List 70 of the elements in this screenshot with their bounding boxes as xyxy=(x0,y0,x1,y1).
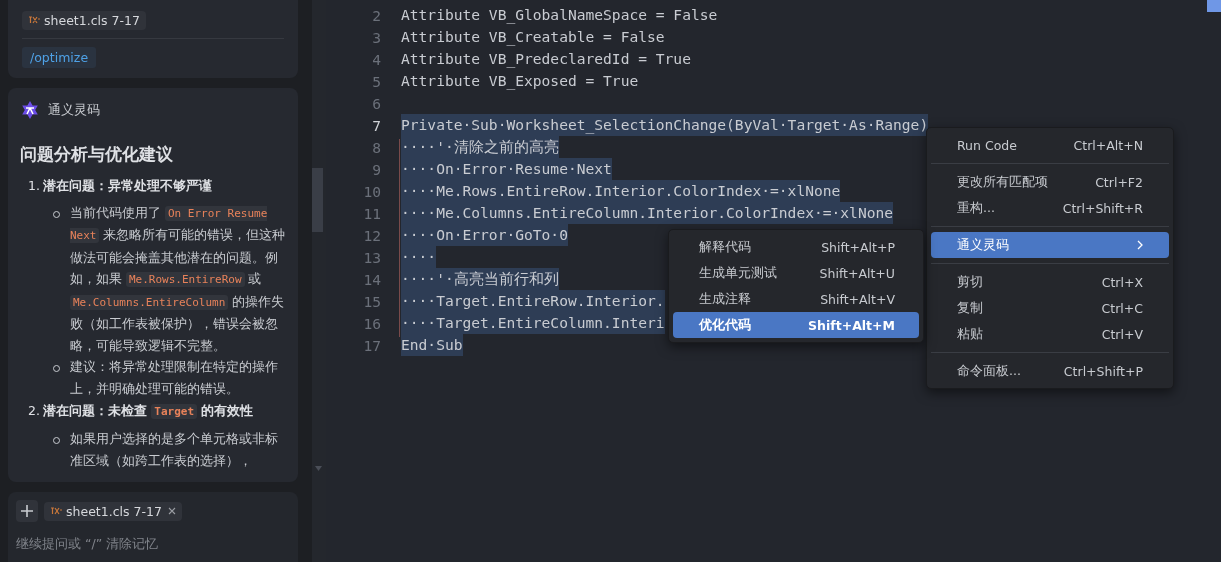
menu-item-label: 重构... xyxy=(957,199,995,217)
menu-shortcut: Ctrl+Shift+P xyxy=(1063,363,1143,379)
menu-shortcut: Ctrl+C xyxy=(1101,300,1143,316)
line-number: 9 xyxy=(371,160,382,178)
line-number: 11 xyxy=(362,204,382,222)
list-text: 建议：将异常处理限制在特定的操作上，并明确处理可能的错误。 xyxy=(69,358,279,398)
menu-item[interactable]: 复制 Ctrl+C xyxy=(931,295,1169,321)
menu-item-label: 生成注释 xyxy=(699,290,751,308)
file-chip-label: sheet1.cls 7-17 xyxy=(66,503,162,519)
menu-item-label: 通义灵码 xyxy=(957,236,1009,254)
list-text: 当前代码使用了 On Error Resume Next 来忽略所有可能的错误，但这种做法可能会掩盖其他潜在的问题。例如，如果 Me.Rows.EntireRow 或 Me.Columns.EntireColumn 的操作失败（如工作表被保护），错误会被忽略，可能导致逻辑不完整。 xyxy=(69,203,286,355)
line-number: 17 xyxy=(362,336,382,354)
menu-item[interactable]: 重构... Ctrl+Shift+R xyxy=(931,195,1169,221)
menu-item-label: 解释代码 xyxy=(699,238,751,256)
menu-item[interactable]: 通义灵码 xyxy=(931,232,1169,258)
menu-shortcut: Ctrl+F2 xyxy=(1095,174,1143,190)
line-number: 8 xyxy=(371,138,382,156)
list-number: 1. xyxy=(28,176,40,195)
menu-item-label: 粘贴 xyxy=(957,325,983,343)
line-number: 10 xyxy=(362,182,382,200)
menu-item[interactable]: 更改所有匹配项 Ctrl+F2 xyxy=(931,169,1169,195)
menu-item[interactable]: 生成单元测试 Shift+Alt+U xyxy=(673,260,919,286)
menu-item-label: 命令面板... xyxy=(957,362,1021,380)
menu-item[interactable]: 优化代码 Shift+Alt+M xyxy=(673,312,919,338)
menu-item-label: Run Code xyxy=(957,137,1017,153)
menu-item-label: 更改所有匹配项 xyxy=(957,173,1048,191)
line-number: 16 xyxy=(362,314,382,332)
code-line: Attribute VB_GlobalNameSpace = False xyxy=(401,5,718,26)
list-item-title: 潜在问题：未检查 Target 的有效性 xyxy=(42,402,255,421)
assistant-name: 通义灵码 xyxy=(48,100,100,119)
line-number: 6 xyxy=(371,94,382,112)
line-number: 4 xyxy=(371,50,382,68)
response-heading: 问题分析与优化建议 xyxy=(20,143,174,166)
menu-shortcut: Shift+Alt+V xyxy=(820,291,895,307)
line-number: 15 xyxy=(362,292,382,310)
line-number: 14 xyxy=(362,270,382,288)
menu-item[interactable]: 剪切 Ctrl+X xyxy=(931,269,1169,295)
menu-item-label: 生成单元测试 xyxy=(699,264,777,282)
code-line: Attribute VB_PredeclaredId = True xyxy=(401,49,691,70)
line-number: 13 xyxy=(362,248,382,266)
chat-input-field[interactable]: 继续提问或 “/” 清除记忆 xyxy=(16,536,296,551)
command-tag: /optimize xyxy=(22,46,97,68)
menu-shortcut: Shift+Alt+U xyxy=(819,265,895,281)
line-number: 12 xyxy=(362,226,382,244)
menu-item-label: 优化代码 xyxy=(699,316,751,334)
menu-item[interactable]: 解释代码 Shift+Alt+P xyxy=(673,234,919,260)
menu-item[interactable]: 粘贴 Ctrl+V xyxy=(931,321,1169,347)
list-text: 如果用户选择的是多个单元格或非标准区域（如跨工作表的选择）， xyxy=(69,430,279,470)
menu-shortcut: Shift+Alt+M xyxy=(808,317,895,333)
menu-item[interactable]: 生成注释 Shift+Alt+V xyxy=(673,286,919,312)
file-chip[interactable]: sheet1.cls 7-17 xyxy=(44,501,182,521)
line-number: 5 xyxy=(371,72,382,90)
menu-shortcut: Ctrl+Shift+R xyxy=(1062,200,1143,216)
menu-item-label: 剪切 xyxy=(957,273,983,291)
menu-shortcut: Ctrl+V xyxy=(1101,326,1143,342)
menu-shortcut: Ctrl+Alt+N xyxy=(1073,137,1143,153)
list-item-title: 潜在问题：异常处理不够严谨 xyxy=(42,176,213,195)
menu-item-label: 复制 xyxy=(957,299,983,317)
menu-item[interactable]: 命令面板... Ctrl+Shift+P xyxy=(931,358,1169,384)
file-chip-label: sheet1.cls 7-17 xyxy=(44,12,140,28)
file-chip[interactable]: sheet1.cls 7-17 xyxy=(22,10,146,30)
code-line: Attribute VB_Exposed = True xyxy=(401,71,639,92)
line-number: 2 xyxy=(371,6,382,24)
line-number: 7 xyxy=(371,116,382,134)
list-number: 2. xyxy=(28,402,40,420)
menu-shortcut: Shift+Alt+P xyxy=(821,239,895,255)
line-number: 3 xyxy=(371,28,382,46)
code-line: Attribute VB_Creatable = False xyxy=(401,27,665,48)
menu-item[interactable]: Run Code Ctrl+Alt+N xyxy=(931,132,1169,158)
menu-shortcut: Ctrl+X xyxy=(1101,274,1143,290)
